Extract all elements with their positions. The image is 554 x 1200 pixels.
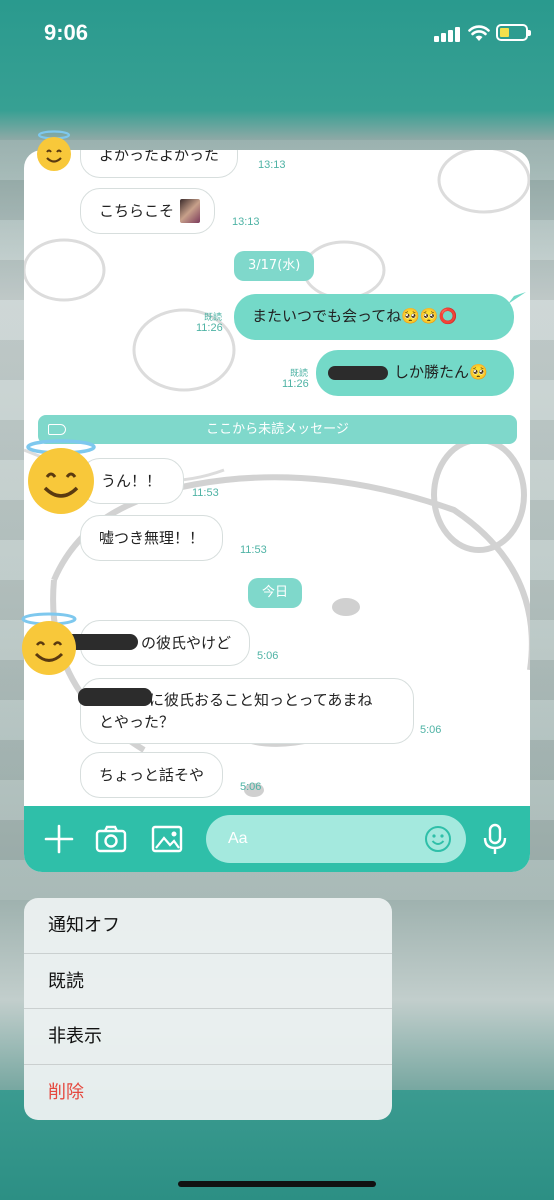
message-time: 11:53 <box>192 487 219 499</box>
message-bubble[interactable]: よかったよかった <box>80 150 239 178</box>
message-time: 13:13 <box>232 216 260 228</box>
microphone-icon[interactable] <box>478 822 512 856</box>
message-time: 5:06 <box>257 650 279 662</box>
halo-smiley-avatar-icon[interactable] <box>18 612 80 676</box>
message-text: しか勝たん🥺 <box>394 363 488 381</box>
menu-item-hide[interactable]: 非表示 <box>24 1009 392 1065</box>
bubble-tail <box>508 292 526 304</box>
message-text: 嘘つき無理！！ <box>99 529 205 547</box>
message-text: うん！！ <box>101 472 162 490</box>
message-text: またいつでも会ってね🥺🥺⭕ <box>252 307 458 325</box>
halo-smiley-avatar-icon[interactable] <box>35 130 73 172</box>
message-time: 5:06 <box>240 781 262 793</box>
message-text-line2: とやった？ <box>99 713 175 731</box>
message-input[interactable]: Aa <box>206 815 466 863</box>
date-separator: 今日 <box>248 578 303 608</box>
message-text: よかったよかった <box>99 150 220 164</box>
image-icon[interactable] <box>150 822 184 856</box>
camera-icon[interactable] <box>94 822 128 856</box>
message-bubble[interactable]: ちょっと話そや <box>80 752 224 798</box>
message-text: こちらこそ <box>99 202 175 220</box>
unread-divider: ここから未読メッセージ <box>38 415 517 444</box>
battery-icon <box>496 24 531 41</box>
message-bubble[interactable]: 嘘つき無理！！ <box>80 515 224 561</box>
message-bubble[interactable]: こちらこそ <box>80 188 216 234</box>
cellular-signal-icon <box>434 26 462 42</box>
status-bar: 9:06 <box>0 0 554 70</box>
home-indicator[interactable] <box>178 1181 376 1187</box>
unread-divider-label: ここから未読メッセージ <box>206 422 349 437</box>
message-time: 11:26 <box>196 322 223 334</box>
message-time: 13:13 <box>258 159 286 171</box>
smiley-icon[interactable] <box>424 825 452 853</box>
context-menu: 通知オフ 既読 非表示 削除 <box>24 898 392 1120</box>
status-time: 9:06 <box>44 20 89 45</box>
message-input-placeholder: Aa <box>228 830 248 847</box>
menu-item-mark-read[interactable]: 既読 <box>24 954 392 1009</box>
message-time: 11:26 <box>282 378 309 390</box>
plus-icon[interactable] <box>42 822 76 856</box>
message-text: の彼氏やけど <box>141 634 232 652</box>
date-separator: 3/17(水) <box>234 251 315 281</box>
chat-preview-card[interactable]: よかったよかった 13:13 こちらこそ 13:13 3/17(水) またいつで… <box>24 150 530 872</box>
halo-smiley-avatar-icon[interactable] <box>23 438 99 516</box>
message-bubble[interactable]: またいつでも会ってね🥺🥺⭕ <box>234 294 514 340</box>
photo-sticker-icon <box>180 199 201 223</box>
message-time: 11:53 <box>240 544 267 556</box>
menu-item-delete[interactable]: 削除 <box>24 1065 392 1121</box>
menu-item-mute-notifications[interactable]: 通知オフ <box>24 898 392 954</box>
tag-icon <box>48 424 66 435</box>
wifi-icon <box>468 25 490 41</box>
redaction-mark <box>328 366 388 380</box>
redaction-mark <box>78 688 152 706</box>
message-time: 5:06 <box>420 724 442 736</box>
message-text: ちょっと話そや <box>99 766 205 784</box>
input-bar: Aa <box>24 806 530 872</box>
